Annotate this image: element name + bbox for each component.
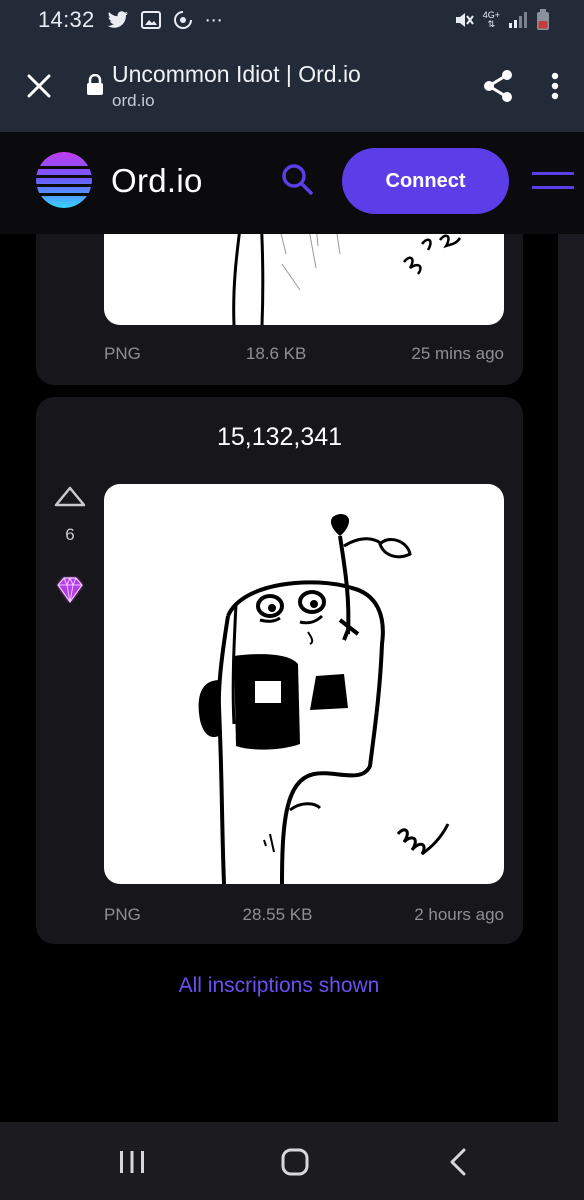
battery-icon: [537, 9, 549, 30]
inscription-card[interactable]: PNG 18.6 KB 25 mins ago: [36, 234, 523, 385]
back-button[interactable]: [448, 1148, 470, 1176]
browser-menu-button[interactable]: [526, 40, 584, 132]
notification-icons: ⋯: [107, 10, 223, 30]
inscription-card[interactable]: 15,132,341 6 PNG 28.55 KB 2 hours ago: [36, 397, 523, 944]
browser-toolbar: Uncommon Idiot | Ord.io ord.io: [0, 40, 584, 132]
site-header: Ord.io Connect: [0, 132, 584, 234]
status-bar: 14:32 ⋯ 4G+ ⇅: [0, 0, 584, 40]
page-title: Uncommon Idiot | Ord.io: [112, 61, 361, 87]
close-icon: [27, 74, 51, 98]
close-tab-button[interactable]: [0, 40, 78, 132]
more-notifications-icon: ⋯: [204, 10, 223, 30]
recents-icon: [120, 1151, 144, 1173]
inscription-image[interactable]: [104, 484, 504, 884]
triangle-up-icon: [54, 486, 86, 507]
search-icon: [282, 164, 313, 195]
system-navigation-bar: [0, 1122, 584, 1200]
address-bar[interactable]: Uncommon Idiot | Ord.io ord.io: [112, 60, 470, 112]
inscription-number[interactable]: 15,132,341: [36, 423, 523, 452]
inscription-age: 25 mins ago: [411, 344, 504, 363]
search-button[interactable]: [280, 162, 316, 198]
recents-button[interactable]: [118, 1150, 146, 1174]
inscriptions-list[interactable]: PNG 18.6 KB 25 mins ago 15,132,341 6 PNG…: [0, 234, 558, 1122]
share-button[interactable]: [470, 40, 526, 132]
vote-count: 6: [65, 525, 75, 544]
more-vert-icon: [551, 72, 559, 100]
home-icon: [281, 1148, 309, 1176]
site-logo-text[interactable]: Ord.io: [111, 162, 203, 200]
file-size: 18.6 KB: [245, 344, 307, 363]
back-icon: [450, 1148, 466, 1176]
upvote-button[interactable]: [52, 483, 88, 509]
ordio-logo-icon[interactable]: [36, 152, 92, 208]
inscription-age: 2 hours ago: [414, 905, 504, 924]
home-button[interactable]: [281, 1148, 309, 1176]
inscription-meta: PNG 18.6 KB 25 mins ago: [104, 344, 504, 364]
inscription-image[interactable]: [104, 234, 504, 325]
lock-icon: [78, 74, 112, 96]
network-arrows: ⇅: [487, 19, 496, 29]
all-inscriptions-shown-message: All inscriptions shown: [178, 974, 380, 997]
scrollbar-track[interactable]: [558, 234, 584, 1122]
signal-icon: [509, 12, 527, 28]
twitter-icon: [107, 11, 128, 28]
inscription-meta: PNG 28.55 KB 2 hours ago: [104, 905, 504, 925]
network-icon: 4G+ ⇅: [483, 11, 500, 29]
sync-icon: [173, 10, 193, 29]
gem-icon[interactable]: [52, 573, 88, 607]
mute-icon: [455, 13, 474, 27]
system-icons: 4G+ ⇅: [453, 9, 550, 31]
file-format: PNG: [104, 344, 141, 363]
gallery-icon: [140, 11, 161, 29]
status-time: 14:32: [38, 7, 95, 32]
page-url: ord.io: [112, 91, 155, 110]
share-icon: [484, 70, 512, 102]
hamburger-menu-button[interactable]: [532, 168, 574, 198]
hamburger-icon: [532, 172, 574, 189]
file-format: PNG: [104, 905, 141, 924]
connect-button[interactable]: Connect: [342, 148, 509, 214]
file-size: 28.55 KB: [242, 905, 313, 924]
